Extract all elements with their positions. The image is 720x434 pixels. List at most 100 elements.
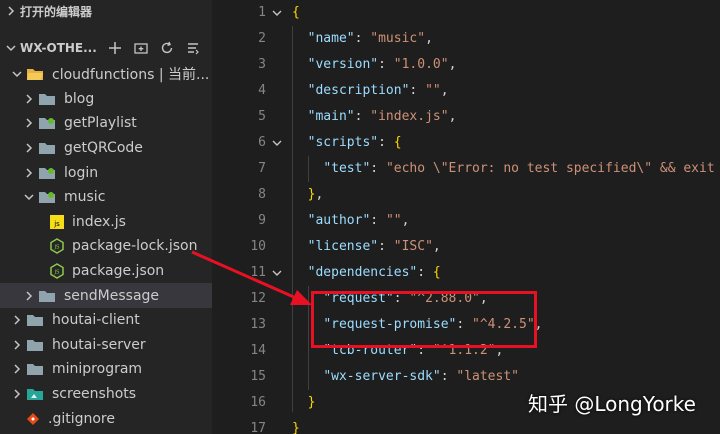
folder-icon	[26, 338, 44, 352]
code-line[interactable]: "wx-server-sdk": "latest"	[292, 364, 519, 390]
indent-guide	[308, 156, 309, 182]
tree-item-label: houtai-server	[52, 336, 146, 353]
cloud-folder-icon	[38, 190, 56, 204]
code-line[interactable]: "version": "1.0.0",	[292, 52, 457, 78]
tree-item[interactable]: miniprogram	[0, 357, 212, 382]
collapse-all-icon[interactable]	[185, 40, 201, 56]
chevron-right-icon	[22, 118, 36, 129]
indent-guide	[292, 26, 293, 412]
code-token: :	[370, 161, 386, 176]
svg-text:js: js	[53, 220, 60, 228]
code-line[interactable]: "author": "",	[292, 208, 410, 234]
code-token: "1.0.0"	[393, 57, 449, 72]
tree-item-label: .gitignore	[48, 410, 115, 427]
tree-item[interactable]: login	[0, 160, 212, 185]
code-line[interactable]: "main": "index.js",	[292, 104, 457, 130]
code-line[interactable]: }	[292, 416, 300, 434]
code-line[interactable]: "name": "music",	[292, 26, 433, 52]
folder-open-icon	[26, 67, 44, 81]
open-editors-title: 打开的编辑器	[20, 4, 93, 19]
code-token: "index.js"	[370, 109, 449, 124]
code-token: ,	[448, 57, 457, 72]
code-token: {	[393, 135, 402, 150]
code-token: "license"	[307, 239, 379, 254]
chevron-right-icon	[10, 389, 24, 399]
code-line[interactable]: {	[292, 0, 300, 26]
chevron-right-icon	[22, 94, 36, 104]
line-number: 7	[258, 161, 266, 176]
tree-item-label: music	[64, 189, 106, 206]
new-folder-icon[interactable]	[133, 40, 149, 56]
chevron-right-icon	[4, 6, 18, 16]
tree-item[interactable]: blog	[0, 87, 212, 112]
code-token: "latest"	[456, 369, 519, 384]
line-number: 14	[250, 343, 266, 358]
line-number: 3	[258, 57, 266, 72]
code-line[interactable]: },	[292, 182, 324, 208]
tree-item[interactable]: music	[0, 185, 212, 210]
tree-item-label: miniprogram	[52, 361, 143, 378]
code-token: "ISC"	[393, 239, 433, 254]
js-file-icon: js	[50, 214, 64, 229]
code-line[interactable]: "dependencies": {	[292, 260, 441, 286]
tree-item[interactable]: getQRCode	[0, 136, 212, 161]
chevron-right-icon	[22, 143, 36, 153]
code-editor[interactable]: 1 {2 "name": "music", 3 "version": "1.0.0"…	[212, 0, 720, 434]
tree-item[interactable]: cloudfunctions | 当前...	[0, 62, 212, 87]
code-token: :	[354, 31, 371, 46]
tree-item[interactable]: JS package-lock.json	[0, 234, 212, 259]
chevron-right-icon	[22, 291, 36, 301]
line-number: 12	[250, 291, 266, 306]
svg-text:JS: JS	[53, 245, 60, 251]
folder-icon	[38, 289, 56, 303]
code-token: ""	[385, 213, 402, 228]
tree-item[interactable]: screenshots	[0, 382, 212, 407]
code-line[interactable]: "license": "ISC",	[292, 234, 441, 260]
line-number: 1	[258, 5, 266, 20]
tree-item[interactable]: JS package.json	[0, 259, 212, 284]
fold-chevron-icon[interactable]	[272, 260, 282, 286]
highlight-box	[311, 291, 537, 348]
tree-item[interactable]: sendMessage	[0, 283, 212, 308]
code-line[interactable]: "scripts": {	[292, 130, 402, 156]
tree-item[interactable]: getPlaylist	[0, 111, 212, 136]
chevron-down-icon	[22, 193, 36, 201]
watermark: 知乎 @LongYorke	[528, 392, 696, 416]
code-token: :	[354, 109, 371, 124]
code-token: "name"	[307, 31, 355, 46]
fold-chevron-icon[interactable]	[272, 0, 282, 26]
code-token: "test"	[323, 161, 371, 176]
workspace-header[interactable]: WX-OTHE...	[0, 36, 212, 60]
tree-item-label: package.json	[72, 263, 165, 280]
tree-item-label: houtai-client	[52, 312, 140, 329]
code-line[interactable]: "test": "echo \"Error: no test specified…	[292, 156, 720, 182]
code-token: :	[417, 265, 433, 280]
line-number: 9	[258, 213, 266, 228]
code-token: "dependencies"	[307, 265, 418, 280]
tree-item[interactable]: js index.js	[0, 210, 212, 235]
code-line[interactable]: }	[292, 390, 316, 416]
code-token: "scripts"	[307, 135, 379, 150]
code-token: "author"	[307, 213, 371, 228]
tree-item[interactable]: houtai-server	[0, 333, 212, 358]
folder-icon	[38, 92, 56, 106]
fold-chevron-icon[interactable]	[272, 130, 282, 156]
code-token: "version"	[307, 57, 379, 72]
code-line[interactable]: "description": "",	[292, 78, 449, 104]
line-number: 5	[258, 109, 266, 124]
tree-item[interactable]: .gitignore	[0, 406, 212, 431]
cloud-folder-icon	[38, 116, 56, 130]
tree-item-label: getPlaylist	[64, 115, 137, 132]
open-editors-header[interactable]: 打开的编辑器	[0, 0, 212, 22]
new-file-icon[interactable]	[107, 40, 123, 56]
tree-item[interactable]: houtai-client	[0, 308, 212, 333]
explorer-toolbar	[107, 40, 201, 56]
code-token: }	[307, 395, 316, 410]
code-token: ,	[315, 187, 324, 202]
code-token: :	[409, 83, 426, 98]
refresh-icon[interactable]	[159, 40, 175, 56]
code-token: {	[292, 5, 300, 20]
